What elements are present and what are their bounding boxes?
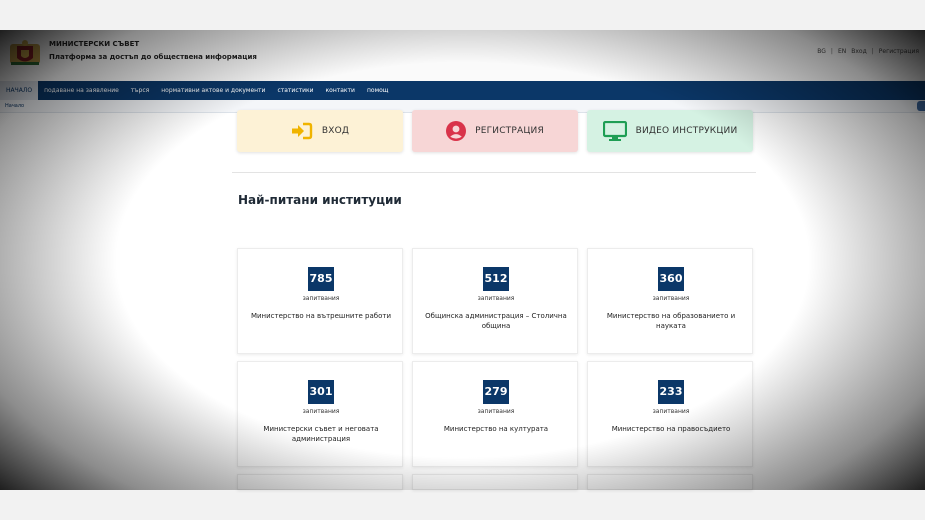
institution-card[interactable]: 233 запитвания Министерство на правосъди…: [587, 361, 753, 467]
request-count-badge: 301: [308, 380, 334, 404]
request-count-badge: 279: [483, 380, 509, 404]
video-instructions-button[interactable]: ВИДЕО ИНСТРУКЦИИ: [587, 110, 753, 152]
quick-actions: ВХОД РЕГИСТРАЦИЯ ВИДЕО ИНСТРУКЦИИ: [237, 110, 753, 152]
login-button[interactable]: ВХОД: [237, 110, 403, 152]
site-header: МИНИСТЕРСКИ СЪВЕТ Платформа за достъп до…: [0, 30, 925, 81]
request-count-label: запитвания: [302, 295, 340, 302]
utility-links: BG | EN Вход | Регистрация: [817, 48, 919, 55]
nav-item-help[interactable]: помощ: [361, 81, 394, 100]
institution-card[interactable]: [237, 474, 403, 490]
nav-item-submit-request[interactable]: подаване на заявление: [38, 81, 125, 100]
request-count-label: запитвания: [652, 295, 690, 302]
coat-of-arms-icon: [10, 40, 40, 65]
institution-name: Министерство на културата: [443, 425, 549, 433]
breadcrumb[interactable]: Начало: [5, 103, 24, 109]
institution-card[interactable]: 301 запитвания Министерски съвет и негов…: [237, 361, 403, 467]
nav-item-home[interactable]: НАЧАЛО: [0, 81, 39, 100]
institution-card[interactable]: 360 запитвания Министерство на образован…: [587, 248, 753, 354]
nav-item-legal-acts[interactable]: нормативни актове и документи: [155, 81, 271, 100]
side-tab-handle[interactable]: [917, 101, 925, 111]
user-circle-icon: [446, 121, 467, 141]
lang-en-link[interactable]: EN: [838, 48, 846, 55]
institution-card[interactable]: 279 запитвания Министерство на културата: [412, 361, 578, 467]
institution-card[interactable]: [412, 474, 578, 490]
request-count-label: запитвания: [477, 295, 515, 302]
request-count-badge: 360: [658, 267, 684, 291]
platform-name: Платформа за достъп до обществена информ…: [49, 53, 257, 61]
institution-name: Министерство на образованието и науката: [606, 312, 736, 330]
institution-card[interactable]: 785 запитвания Министерство на вътрешнит…: [237, 248, 403, 354]
register-label: РЕГИСТРАЦИЯ: [475, 126, 544, 136]
request-count-label: запитвания: [477, 408, 515, 415]
main-nav: НАЧАЛО подаване на заявление търся норма…: [0, 81, 925, 100]
lang-bg-link[interactable]: BG: [817, 48, 826, 55]
separator: |: [830, 48, 833, 55]
register-button[interactable]: РЕГИСТРАЦИЯ: [412, 110, 578, 152]
video-label: ВИДЕО ИНСТРУКЦИИ: [635, 126, 738, 136]
institution-name: Министерски съвет и неговата администрац…: [263, 425, 379, 443]
request-count-badge: 785: [308, 267, 334, 291]
institution-name: Министерство на правосъдието: [611, 425, 731, 433]
institution-name: Общинска администрация – Столична община: [425, 312, 567, 330]
login-link[interactable]: Вход: [851, 48, 867, 55]
request-count-badge: 233: [658, 380, 684, 404]
institution-card[interactable]: 512 запитвания Общинска администрация – …: [412, 248, 578, 354]
nav-item-search[interactable]: търся: [125, 81, 155, 100]
nav-item-contacts[interactable]: контакти: [320, 81, 361, 100]
institution-name: Министерство на вътрешните работи: [250, 312, 392, 320]
org-name: МИНИСТЕРСКИ СЪВЕТ: [49, 40, 140, 48]
nav-item-statistics[interactable]: статистики: [271, 81, 319, 100]
divider: [232, 172, 756, 173]
request-count-label: запитвания: [652, 408, 690, 415]
separator: |: [871, 48, 874, 55]
institution-card[interactable]: [587, 474, 753, 490]
request-count-label: запитвания: [302, 408, 340, 415]
login-label: ВХОД: [321, 126, 350, 136]
request-count-badge: 512: [483, 267, 509, 291]
sign-in-icon: [291, 122, 313, 140]
register-link[interactable]: Регистрация: [879, 48, 919, 55]
section-title: Най-питани институции: [238, 193, 402, 207]
monitor-icon: [602, 121, 627, 141]
